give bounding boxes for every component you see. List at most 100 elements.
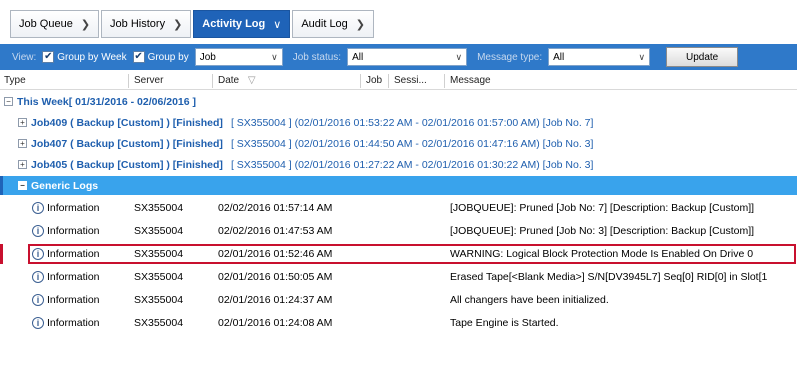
- job-detail: [ SX355004 ] (02/01/2016 01:53:22 AM - 0…: [230, 116, 594, 129]
- group-by-week-label: Group by Week: [57, 51, 127, 63]
- log-row[interactable]: i Information SX355004 02/01/2016 01:24:0…: [0, 314, 797, 333]
- chevron-down-icon[interactable]: ∨: [273, 18, 281, 31]
- generic-logs-row[interactable]: − Generic Logs: [0, 176, 797, 195]
- job-name: Job405 ( Backup [Custom] ) [Finished]: [31, 158, 223, 171]
- log-row[interactable]: i Information SX355004 02/02/2016 01:47:5…: [0, 222, 797, 241]
- chevron-right-icon[interactable]: ❯: [173, 18, 182, 31]
- group-by-label: Group by: [147, 51, 189, 63]
- column-header-server[interactable]: Server: [134, 75, 163, 86]
- log-server: SX355004: [134, 271, 184, 283]
- log-type-label: Information: [47, 317, 100, 329]
- log-type-label: Information: [47, 294, 100, 306]
- tab-bar: Job Queue ❯ Job History ❯ Activity Log ∨…: [10, 10, 376, 38]
- log-date: 02/01/2016 01:24:37 AM: [218, 294, 333, 306]
- chevron-right-icon[interactable]: ❯: [81, 18, 90, 31]
- plus-box-icon[interactable]: +: [18, 160, 27, 169]
- job-detail: [ SX355004 ] (02/01/2016 01:27:22 AM - 0…: [230, 158, 594, 171]
- grid-header: Type Server Date ▽ Job Sessi... Message: [0, 72, 797, 90]
- tab-audit-log[interactable]: Audit Log ❯: [292, 10, 375, 38]
- log-type: i Information: [32, 202, 100, 215]
- log-type: i Information: [32, 294, 100, 307]
- group-by-week-checkbox[interactable]: ✔ Group by Week: [42, 51, 127, 63]
- log-row[interactable]: i Information SX355004 02/01/2016 01:24:3…: [0, 291, 797, 310]
- checkmark-icon: ✔: [132, 51, 145, 63]
- update-button[interactable]: Update: [666, 47, 739, 67]
- log-type: i Information: [32, 271, 100, 284]
- job-row[interactable]: + Job409 ( Backup [Custom] ) [Finished] …: [0, 113, 797, 132]
- log-server: SX355004: [134, 294, 184, 306]
- information-icon: i: [32, 317, 44, 330]
- column-header-type[interactable]: Type: [4, 75, 26, 86]
- log-row[interactable]: i Information SX355004 02/01/2016 01:50:0…: [0, 268, 797, 287]
- tab-label: Job History: [110, 18, 166, 30]
- tab-job-queue[interactable]: Job Queue ❯: [10, 10, 100, 38]
- job-detail: [ SX355004 ] (02/01/2016 01:44:50 AM - 0…: [230, 137, 594, 150]
- column-divider[interactable]: [128, 74, 129, 88]
- log-row[interactable]: i Information SX355004 02/02/2016 01:57:1…: [0, 199, 797, 218]
- job-status-value: All: [352, 51, 364, 63]
- tab-job-history[interactable]: Job History ❯: [101, 10, 192, 38]
- chevron-down-icon: ∨: [638, 51, 646, 62]
- log-date: 02/02/2016 01:47:53 AM: [218, 225, 333, 237]
- log-message: Erased Tape[<Blank Media>] S/N[DV3945L7]…: [450, 271, 768, 283]
- log-date: 02/01/2016 01:24:08 AM: [218, 317, 333, 329]
- chevron-right-icon[interactable]: ❯: [356, 18, 365, 31]
- tab-label: Job Queue: [19, 18, 73, 30]
- information-icon: i: [32, 202, 44, 215]
- job-name: Job407 ( Backup [Custom] ) [Finished]: [31, 137, 223, 150]
- message-type-value: All: [553, 51, 565, 63]
- sort-down-icon: ▽: [247, 75, 256, 86]
- group-by-checkbox[interactable]: ✔ Group by: [132, 51, 189, 63]
- job-name: Job409 ( Backup [Custom] ) [Finished]: [31, 116, 223, 129]
- group-by-value: Job: [199, 51, 216, 63]
- log-type-label: Information: [47, 202, 100, 214]
- minus-box-icon[interactable]: −: [4, 97, 13, 106]
- log-type-label: Information: [47, 271, 100, 283]
- column-divider[interactable]: [388, 74, 389, 88]
- group-by-select[interactable]: Job ∨: [194, 48, 283, 66]
- log-message: Tape Engine is Started.: [450, 317, 559, 329]
- job-status-select[interactable]: All ∨: [347, 48, 468, 66]
- highlight-marker: [0, 244, 3, 264]
- plus-box-icon[interactable]: +: [18, 139, 27, 148]
- job-row[interactable]: + Job405 ( Backup [Custom] ) [Finished] …: [0, 155, 797, 174]
- column-header-date-label: Date: [218, 75, 240, 86]
- generic-logs-label: Generic Logs: [31, 179, 99, 192]
- information-icon: i: [32, 271, 44, 284]
- column-header-job[interactable]: Job: [366, 75, 382, 86]
- tab-label: Activity Log: [202, 18, 266, 30]
- column-header-session[interactable]: Sessi...: [394, 75, 427, 86]
- column-divider[interactable]: [212, 74, 213, 88]
- chevron-down-icon: ∨: [271, 51, 278, 62]
- log-type-label: Information: [47, 225, 100, 237]
- view-label: View:: [12, 51, 37, 63]
- tab-label: Audit Log: [301, 18, 348, 30]
- filter-bar: View: ✔ Group by Week ✔ Group by Job ∨ J…: [0, 44, 797, 70]
- checkmark-icon: ✔: [42, 51, 55, 63]
- tab-activity-log[interactable]: Activity Log ∨: [193, 10, 291, 38]
- log-message: [JOBQUEUE]: Pruned [Job No: 7] [Descript…: [450, 202, 755, 214]
- column-header-message[interactable]: Message: [450, 75, 491, 86]
- column-header-date[interactable]: Date ▽: [218, 75, 256, 86]
- job-status-label: Job status:: [292, 51, 342, 63]
- log-server: SX355004: [134, 202, 184, 214]
- log-message: [JOBQUEUE]: Pruned [Job No: 3] [Descript…: [450, 225, 755, 237]
- week-group-label: This Week[ 01/31/2016 - 02/06/2016 ]: [17, 95, 197, 108]
- plus-box-icon[interactable]: +: [18, 118, 27, 127]
- job-row[interactable]: + Job407 ( Backup [Custom] ) [Finished] …: [0, 134, 797, 153]
- log-server: SX355004: [134, 225, 184, 237]
- information-icon: i: [32, 294, 44, 307]
- log-type: i Information: [32, 317, 100, 330]
- column-divider[interactable]: [360, 74, 361, 88]
- log-date: 02/02/2016 01:57:14 AM: [218, 202, 333, 214]
- log-message: All changers have been initialized.: [450, 294, 609, 306]
- minus-box-icon[interactable]: −: [18, 181, 27, 190]
- information-icon: i: [32, 225, 44, 238]
- message-type-label: Message type:: [477, 51, 543, 63]
- message-type-select[interactable]: All ∨: [548, 48, 651, 66]
- column-divider[interactable]: [444, 74, 445, 88]
- highlight-frame: [28, 244, 796, 264]
- chevron-down-icon: ∨: [455, 51, 463, 62]
- log-date: 02/01/2016 01:50:05 AM: [218, 271, 333, 283]
- week-group-row[interactable]: − This Week[ 01/31/2016 - 02/06/2016 ]: [0, 92, 797, 111]
